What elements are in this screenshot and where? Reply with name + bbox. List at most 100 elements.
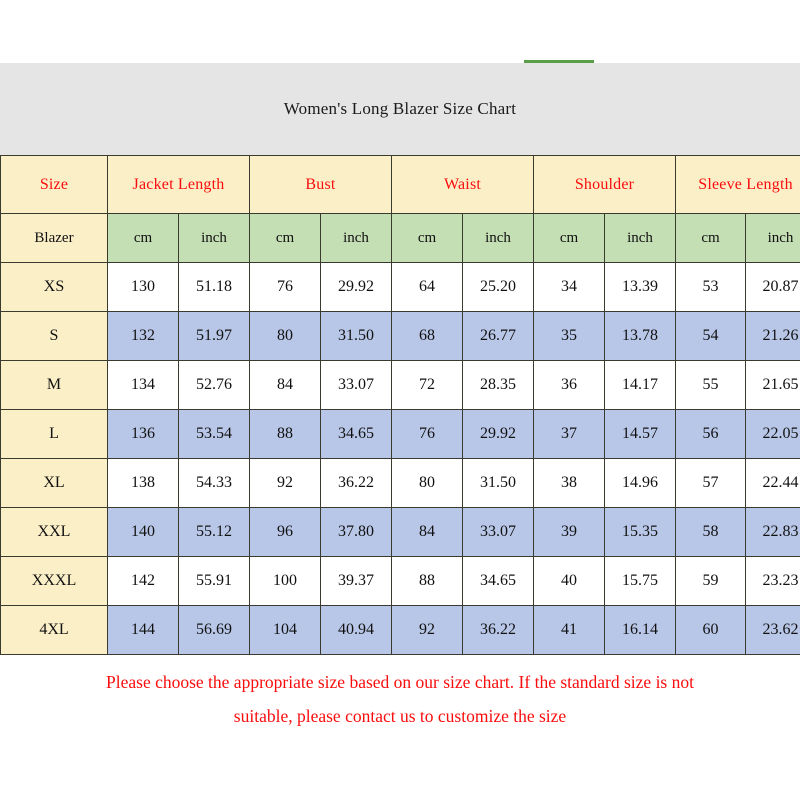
header-unit-9: inch: [745, 213, 800, 263]
cell-value: 22.83: [745, 507, 800, 557]
cell-value: 53.54: [178, 409, 250, 459]
header-unit-2: cm: [249, 213, 321, 263]
cell-value: 36: [533, 360, 606, 410]
cell-value: 23.23: [745, 556, 800, 606]
header-subtitle-blazer: Blazer: [0, 213, 108, 263]
header-unit-5: inch: [461, 213, 535, 263]
cell-value: 40: [533, 556, 606, 606]
cell-size: M: [0, 360, 108, 410]
cell-value: 64: [391, 262, 463, 312]
cell-value: 38: [533, 458, 606, 508]
cell-value: 33.07: [461, 507, 535, 557]
cell-value: 15.75: [604, 556, 677, 606]
cell-value: 34.65: [461, 556, 535, 606]
cell-value: 76: [249, 262, 321, 312]
cell-value: 60: [675, 605, 747, 655]
cell-value: 14.17: [604, 360, 677, 410]
header-size: Size: [0, 155, 108, 214]
cell-value: 41: [533, 605, 606, 655]
cell-value: 37.80: [320, 507, 392, 557]
cell-value: 59: [675, 556, 747, 606]
size-note-line-2: suitable, please contact us to customize…: [233, 706, 567, 726]
table-row: S 132 51.97 80 31.50 68 26.77 35 13.78 54 21.26: [0, 311, 800, 361]
table-row: XL 138 54.33 92 36.22 80 31.50 38 14.96 57 22.44: [0, 458, 800, 508]
cell-value: 13.39: [604, 262, 677, 312]
cell-value: 31.50: [320, 311, 392, 361]
table-row: XXL 140 55.12 96 37.80 84 33.07 39 15.35 58 22.83: [0, 507, 800, 557]
header-group-bust: Bust: [249, 155, 392, 214]
cell-size: S: [0, 311, 108, 361]
cell-value: 68: [391, 311, 463, 361]
cell-value: 53: [675, 262, 747, 312]
size-note-line-1: Please choose the appropriate size based…: [106, 672, 694, 692]
cell-value: 80: [249, 311, 321, 361]
cell-value: 55.91: [178, 556, 250, 606]
cell-value: 23.62: [745, 605, 800, 655]
cell-value: 96: [249, 507, 321, 557]
header-unit-4: cm: [391, 213, 463, 263]
header-unit-1: inch: [178, 213, 250, 263]
header-unit-3: inch: [320, 213, 392, 263]
cell-value: 14.96: [604, 458, 677, 508]
cell-value: 35: [533, 311, 606, 361]
table-row: XS 130 51.18 76 29.92 64 25.20 34 13.39 53 20.87: [0, 262, 800, 312]
cell-value: 136: [107, 409, 179, 459]
cell-value: 39: [533, 507, 606, 557]
cell-value: 40.94: [320, 605, 392, 655]
cell-value: 34.65: [320, 409, 392, 459]
cell-value: 31.50: [461, 458, 535, 508]
cell-value: 92: [249, 458, 321, 508]
page-title: Women's Long Blazer Size Chart: [283, 99, 517, 118]
cell-value: 55.12: [178, 507, 250, 557]
cell-value: 26.77: [461, 311, 535, 361]
cell-value: 80: [391, 458, 463, 508]
cell-value: 84: [391, 507, 463, 557]
cell-value: 39.37: [320, 556, 392, 606]
cell-value: 22.44: [745, 458, 800, 508]
cell-value: 72: [391, 360, 463, 410]
table-header-group-row: Size Jacket Length Bust Waist Shoulder Sleeve…: [0, 155, 800, 214]
table-header-units-row: Blazer cm inch cm inch cm inch cm inch cm inch: [0, 213, 800, 263]
cell-value: 22.05: [745, 409, 800, 459]
cell-size: XL: [0, 458, 108, 508]
header-group-jacket-length: Jacket Length: [107, 155, 250, 214]
table-row: M 134 52.76 84 33.07 72 28.35 36 14.17 55 21.65: [0, 360, 800, 410]
size-chart-page: Women's Long Blazer Size Chart Size Jacke…: [0, 0, 800, 800]
header-group-waist: Waist: [390, 155, 535, 214]
cell-value: 138: [107, 458, 179, 508]
cell-value: 29.92: [461, 409, 535, 459]
cell-value: 84: [249, 360, 321, 410]
cell-value: 20.87: [745, 262, 800, 312]
cell-value: 51.97: [178, 311, 250, 361]
cell-value: 33.07: [320, 360, 392, 410]
cell-value: 76: [391, 409, 463, 459]
size-chart-table: Size Jacket Length Bust Waist Shoulder Sleeve…: [0, 155, 800, 655]
cell-value: 56.69: [178, 605, 250, 655]
header-unit-8: cm: [675, 213, 747, 263]
cell-value: 37: [533, 409, 606, 459]
cell-size: L: [0, 409, 108, 459]
cell-value: 55: [675, 360, 747, 410]
cell-value: 28.35: [461, 360, 535, 410]
top-white-strip: [0, 0, 800, 63]
cell-value: 25.20: [461, 262, 535, 312]
cell-value: 51.18: [178, 262, 250, 312]
size-chart-table-container: Size Jacket Length Bust Waist Shoulder Sleeve…: [0, 155, 800, 655]
cell-value: 132: [107, 311, 179, 361]
table-row: 4XL 144 56.69 104 40.94 92 36.22 41 16.14 60 23.62: [0, 605, 800, 655]
table-body: Size Jacket Length Bust Waist Shoulder Sleeve…: [0, 155, 800, 655]
cell-value: 92: [391, 605, 463, 655]
cell-value: 54.33: [178, 458, 250, 508]
cell-value: 58: [675, 507, 747, 557]
cell-value: 54: [675, 311, 747, 361]
cell-value: 13.78: [604, 311, 677, 361]
cell-value: 36.22: [320, 458, 392, 508]
title-band: Women's Long Blazer Size Chart: [0, 63, 800, 155]
cell-value: 36.22: [461, 605, 535, 655]
cell-value: 142: [107, 556, 179, 606]
cell-value: 56: [675, 409, 747, 459]
cell-value: 21.65: [745, 360, 800, 410]
header-unit-7: inch: [604, 213, 677, 263]
table-row: XXXL 142 55.91 100 39.37 88 34.65 40 15.75 59 23.2…: [0, 556, 800, 606]
cell-size: XXL: [0, 507, 108, 557]
